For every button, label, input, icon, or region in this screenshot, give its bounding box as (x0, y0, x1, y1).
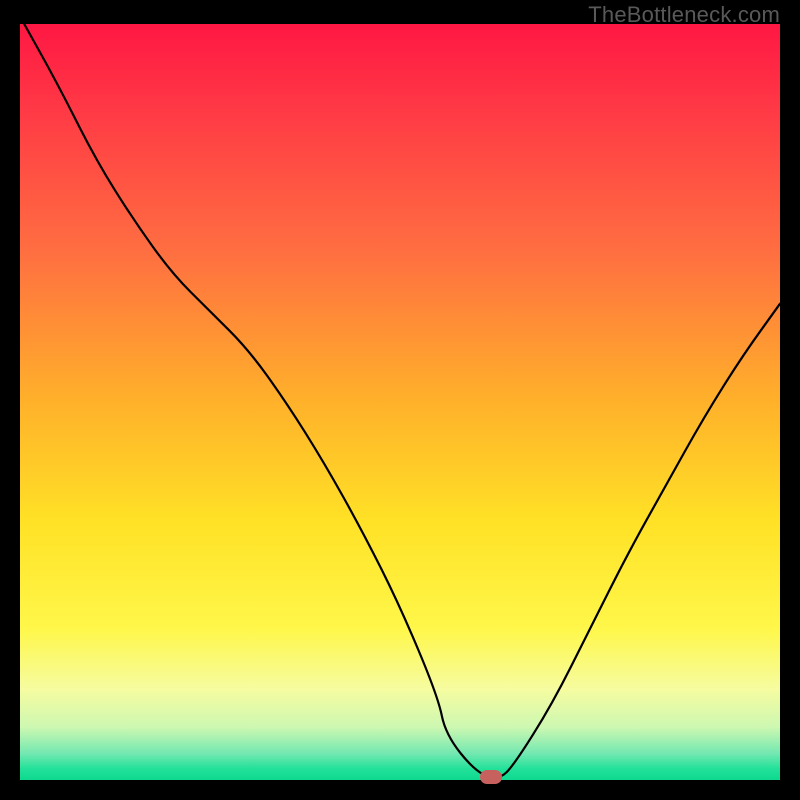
chart-frame: TheBottleneck.com (0, 0, 800, 800)
optimal-point-marker (480, 770, 502, 784)
bottleneck-curve (20, 24, 780, 777)
plot-area (20, 24, 780, 780)
chart-svg (20, 24, 780, 780)
